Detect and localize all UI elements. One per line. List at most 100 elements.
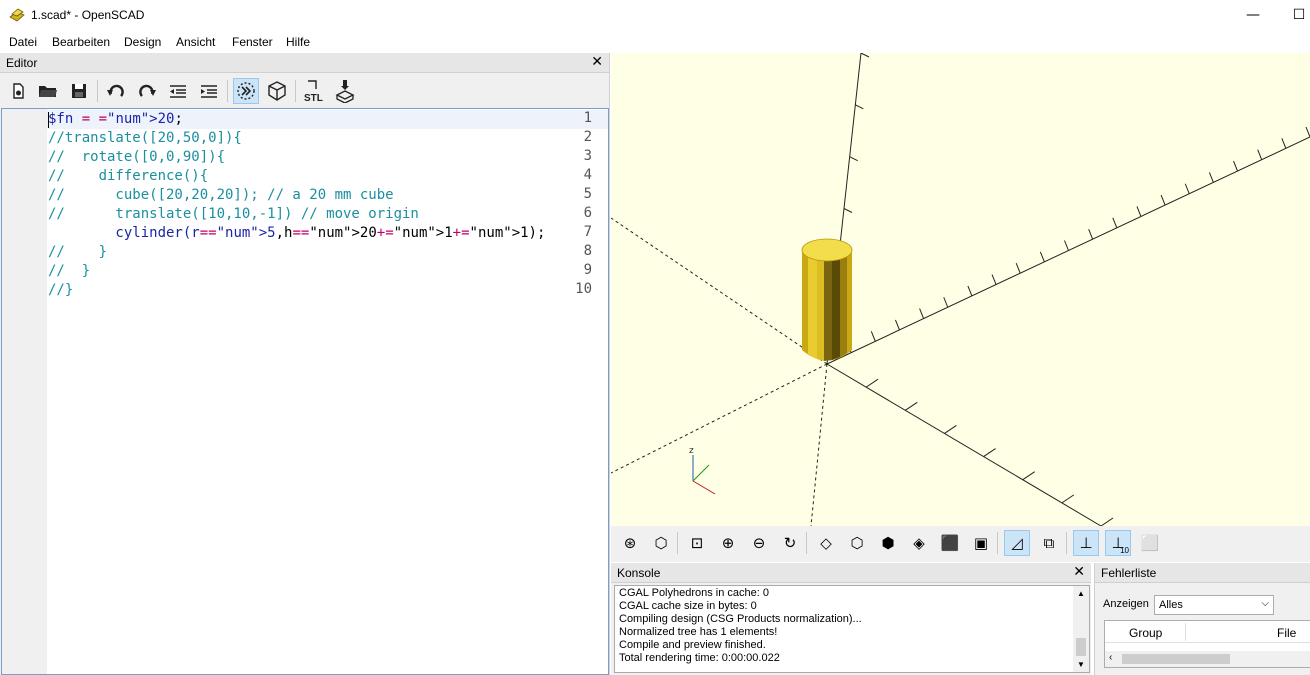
console-scrollbar[interactable]: ▲ ▼ <box>1073 586 1089 672</box>
x-axis-tick <box>919 308 925 319</box>
zoom-in-icon: ⊕ <box>721 534 735 552</box>
error-table[interactable]: Group File ‹ <box>1104 620 1310 668</box>
redo-button[interactable] <box>134 78 160 104</box>
x-axis-tick <box>1233 160 1239 172</box>
scroll-up-icon[interactable]: ▲ <box>1077 589 1085 598</box>
preview-button[interactable] <box>233 78 259 104</box>
show-filter-select[interactable]: Alles ⌵ <box>1154 595 1274 615</box>
scroll-down-icon[interactable]: ▼ <box>1077 660 1085 669</box>
console-panel: Konsole ✕ CGAL Polyhedrons in cache: 0 C… <box>611 563 1091 675</box>
show-edges-button[interactable]: ⬜ <box>1137 530 1163 556</box>
view-top-button[interactable]: ⬡ <box>844 530 870 556</box>
indent-button[interactable] <box>196 78 222 104</box>
menu-fenster[interactable]: Fenster <box>232 35 273 49</box>
preview-icon: ⊛ <box>623 534 637 552</box>
unindent-button[interactable] <box>165 78 191 104</box>
view-all-button[interactable]: ⊡ <box>684 530 710 556</box>
code-line: // difference(){ <box>48 168 209 184</box>
error-list-panel: Fehlerliste Anzeigen Alles ⌵ Group File … <box>1094 563 1310 675</box>
code-line: // cube([20,20,20]); // a 20 mm cube <box>48 187 394 203</box>
editor-panel: Editor ✕ STL 1 2 3 4 5 6 7 8 9 10 $fn = … <box>0 53 610 675</box>
reset-view-button[interactable]: ↻ <box>777 530 803 556</box>
stl-label: STL <box>304 93 323 103</box>
view-back-icon: ▣ <box>973 534 989 552</box>
column-group[interactable]: Group <box>1129 626 1162 640</box>
view-front-button[interactable]: ⬛ <box>937 530 963 556</box>
code-line: // rotate([0,0,90]){ <box>48 149 226 165</box>
menu-datei[interactable]: Datei <box>9 35 37 49</box>
table-hscrollbar[interactable]: ‹ <box>1105 651 1310 667</box>
x-axis-tick <box>1208 172 1214 183</box>
render-button[interactable] <box>264 78 290 104</box>
menu-ansicht[interactable]: Ansicht <box>176 35 215 49</box>
code-line: cylinder(r=="num">5,h=="num">20+="num">1… <box>48 225 546 241</box>
show-axes-icon: ⊥ <box>1079 534 1093 552</box>
menu-bearbeiten[interactable]: Bearbeiten <box>52 35 110 49</box>
open-file-button[interactable] <box>35 78 61 104</box>
menu-design[interactable]: Design <box>124 35 161 49</box>
editor-title: Editor <box>6 56 38 70</box>
export-stl-button[interactable]: STL <box>301 78 327 104</box>
code-line: // } <box>48 263 91 279</box>
x-axis-tick <box>1281 138 1287 149</box>
z-axis-tick <box>855 104 864 110</box>
code-line: //} <box>48 282 74 298</box>
scroll-thumb[interactable] <box>1122 654 1230 664</box>
3d-viewport[interactable]: z <box>611 53 1310 526</box>
code-line: // translate([10,10,-1]) // move origin <box>48 206 419 222</box>
editor-toolbar: STL <box>0 74 609 108</box>
error-list-title: Fehlerliste <box>1101 566 1157 580</box>
console-line: Compile and preview finished. <box>619 639 766 651</box>
x-axis-tick <box>1015 263 1021 274</box>
show-scale-button[interactable]: ⊥ 10 <box>1105 530 1131 556</box>
line-number: 3 <box>583 148 592 164</box>
zoom-in-button[interactable]: ⊕ <box>715 530 741 556</box>
view-right-icon: ◇ <box>820 534 832 552</box>
code-line: $fn = ="num">20; <box>48 111 183 127</box>
menu-hilfe[interactable]: Hilfe <box>286 35 310 49</box>
x-axis-negative-line <box>611 363 828 474</box>
line-number: 8 <box>583 243 592 259</box>
scroll-left-icon[interactable]: ‹ <box>1109 652 1112 663</box>
perspective-button[interactable]: ◿ <box>1004 530 1030 556</box>
orthogonal-button[interactable]: ⧉ <box>1036 530 1062 556</box>
show-axes-button[interactable]: ⊥ <box>1073 530 1099 556</box>
render-icon <box>268 81 286 101</box>
new-file-button[interactable] <box>5 78 31 104</box>
column-file[interactable]: File <box>1277 626 1296 640</box>
y-axis-negative-line <box>611 217 828 365</box>
save-button[interactable] <box>66 78 92 104</box>
minimize-button[interactable]: — <box>1230 4 1276 26</box>
view-back-button[interactable]: ▣ <box>968 530 994 556</box>
maximize-button[interactable]: ☐ <box>1276 4 1310 26</box>
y-axis-tick <box>1100 517 1114 526</box>
editor-close-button[interactable]: ✕ <box>591 54 603 70</box>
export-stl-icon: STL <box>304 80 323 103</box>
render-button[interactable]: ⬡ <box>648 530 674 556</box>
view-top-icon: ⬡ <box>850 534 864 552</box>
view-bottom-button[interactable]: ⬢ <box>875 530 901 556</box>
3d-print-button[interactable] <box>332 78 358 104</box>
save-icon <box>72 84 86 98</box>
scroll-thumb[interactable] <box>1076 638 1086 656</box>
redo-icon <box>139 84 156 97</box>
scene-canvas: z <box>611 53 1310 526</box>
view-toolbar: ⊛ ⬡ ⊡ ⊕ ⊖ ↻ ◇ ⬡ ⬢ ◈ ⬛ ▣ ◿ ⧉ ⊥ ⊥ 10 ⬜ <box>611 526 1310 562</box>
line-number: 10 <box>575 281 592 297</box>
undo-button[interactable] <box>103 78 129 104</box>
preview-button[interactable]: ⊛ <box>617 530 643 556</box>
undo-icon <box>107 84 124 97</box>
column-divider <box>1185 623 1186 641</box>
view-left-button[interactable]: ◈ <box>906 530 932 556</box>
zoom-out-button[interactable]: ⊖ <box>746 530 772 556</box>
toolbar-separator <box>1066 532 1067 554</box>
openscad-logo-icon <box>9 8 25 22</box>
console-close-button[interactable]: ✕ <box>1073 564 1085 580</box>
view-right-button[interactable]: ◇ <box>813 530 839 556</box>
console-output[interactable]: CGAL Polyhedrons in cache: 0 CGAL cache … <box>614 585 1090 673</box>
render-icon: ⬡ <box>654 534 668 552</box>
console-line: Compiling design (CSG Products normaliza… <box>619 613 862 625</box>
orthogonal-icon: ⧉ <box>1043 534 1055 552</box>
window-title: 1.scad* - OpenSCAD <box>31 8 145 22</box>
code-editor[interactable]: 1 2 3 4 5 6 7 8 9 10 $fn = ="num">20; //… <box>1 108 609 675</box>
